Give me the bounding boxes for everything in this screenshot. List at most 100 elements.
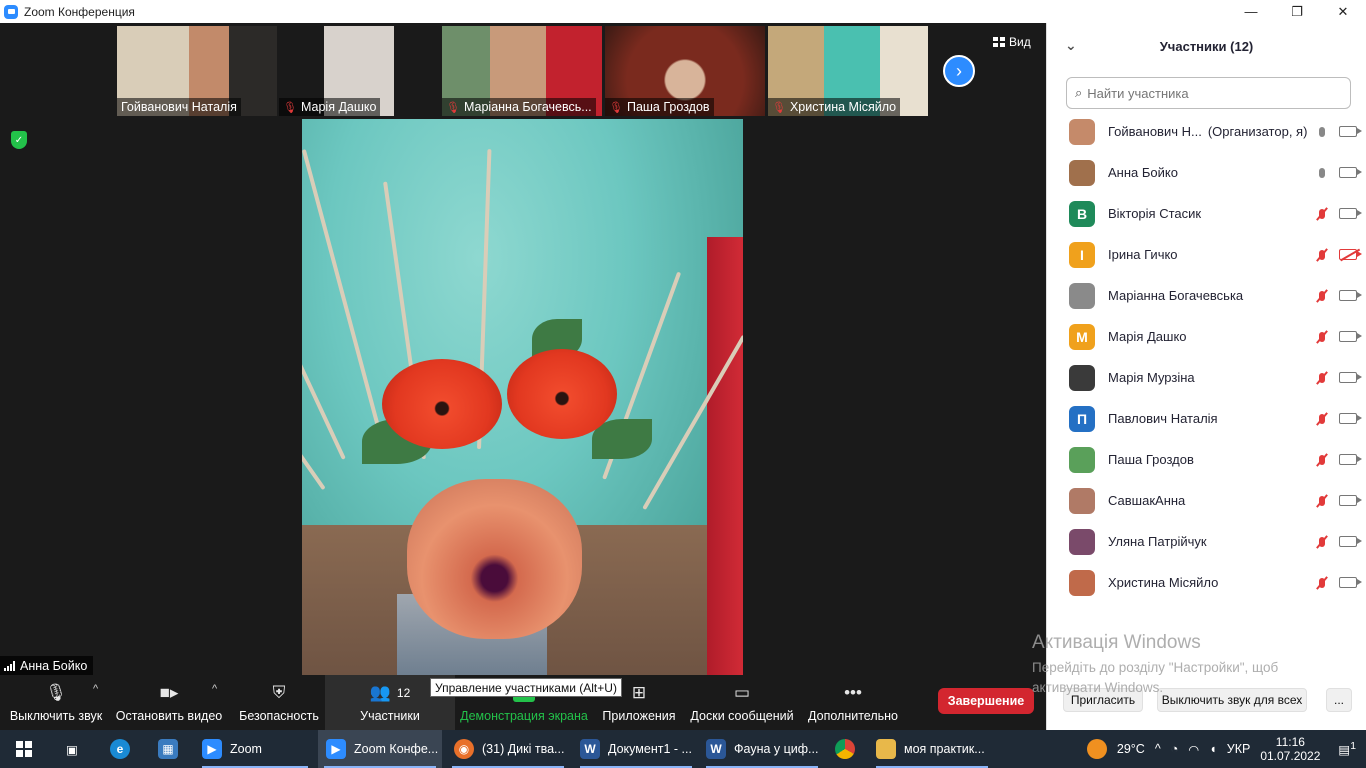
participants-tooltip: Управление участниками (Alt+U) [430,678,622,697]
avatar [1069,569,1095,596]
taskbar-edge[interactable]: e [104,730,136,768]
network-icon[interactable]: ◔ [1171,742,1179,756]
participant-name: Христина Місяйло [1108,575,1219,590]
windows-logo-icon [16,741,32,757]
participant-name: Марія Мурзіна [1108,370,1195,385]
participant-row[interactable]: Анна Бойко [1047,152,1366,193]
avatar: П [1069,405,1095,432]
more-dots-icon: ••• [844,682,862,702]
participant-row[interactable]: Уляна Патрійчук [1047,521,1366,562]
mute-all-button[interactable]: Выключить звук для всех [1157,688,1307,712]
minimize-button[interactable]: — [1228,0,1274,23]
taskbar-firefox[interactable]: ◉ (31) Дикі тва... [446,730,570,768]
muted-mic-icon [1315,329,1329,345]
search-input[interactable] [1087,85,1328,101]
start-button[interactable] [0,730,48,768]
muted-mic-icon: 🎙 [283,101,297,114]
taskbar-word-2[interactable]: W Фауна у циф... [700,730,824,768]
participant-name: Ірина Гичко [1108,247,1178,262]
firefox-icon: ◉ [454,739,474,759]
invite-button[interactable]: Пригласить [1063,688,1143,712]
signal-strength-icon [4,660,15,671]
participant-row[interactable]: Гойванович Н... (Организатор, я) [1047,111,1366,152]
muted-mic-icon [1315,534,1329,550]
participant-name: Уляна Патрійчук [1108,534,1207,549]
video-camera-icon [1339,208,1362,219]
security-button[interactable]: ⛨ Безопасность [234,675,324,730]
participant-row[interactable]: Паша Гроздов [1047,439,1366,480]
apps-label: Приложения [602,708,676,723]
stop-video-button[interactable]: ■▸ Остановить видео [114,675,224,730]
participant-row[interactable]: М Марія Дашко [1047,316,1366,357]
panel-more-button[interactable]: ... [1326,688,1352,712]
video-thumbnail[interactable]: 🎙 Марія Дашко [279,26,439,116]
chrome-icon [835,739,855,759]
view-button[interactable]: Вид [993,35,1031,49]
video-thumbnail[interactable]: Гойванович Наталія [117,26,277,116]
taskbar-calculator[interactable]: ▦ [152,730,184,768]
participant-name: Павлович Наталія [1108,411,1218,426]
taskbar-folder[interactable]: моя практик... [870,730,994,768]
notifications-icon[interactable]: ▤1 [1338,741,1356,757]
collapse-chevron-icon[interactable]: ⌄ [1065,37,1077,54]
muted-mic-icon: 🎙 [446,101,460,114]
participant-row[interactable]: В Вікторія Стасик [1047,193,1366,234]
weather-sun-icon[interactable] [1086,739,1107,759]
stop-video-label: Остановить видео [115,708,223,723]
encryption-shield-icon[interactable]: ✓ [11,131,27,149]
taskbar-chrome[interactable] [828,730,862,768]
video-off-icon [1339,249,1362,260]
video-camera-icon [1339,290,1362,301]
participant-search[interactable]: ⌕ [1066,77,1351,109]
microphone-icon: 🎙 [45,682,67,702]
language-indicator[interactable]: УКР [1227,742,1251,756]
whiteboards-button[interactable]: ▭ Доски сообщений [686,675,798,730]
temperature[interactable]: 29°C [1117,742,1145,756]
participant-row[interactable]: СавшакАнна [1047,480,1366,521]
avatar [1069,118,1095,145]
title-bar: Zoom Конференция — ❐ ✕ [0,0,1366,23]
video-thumbnail[interactable]: 🎙 Христина Місяйло [768,26,928,116]
taskbar-folder-label: моя практик... [904,742,985,756]
mute-options-chevron-icon[interactable]: ^ [93,683,98,695]
muted-mic-icon: 🎙 [772,101,786,114]
taskbar-zoom[interactable]: ▶ Zoom [196,730,314,768]
zoom-icon: ▶ [326,739,346,759]
avatar [1069,487,1095,514]
taskbar-zoom-label: Zoom [230,742,262,756]
thumbnail-name: Маріанна Богачевсь... [463,100,592,114]
microphone-icon [1315,165,1329,181]
task-view-button[interactable]: ▣ [56,730,88,768]
muted-mic-icon [1315,493,1329,509]
participant-row[interactable]: Христина Місяйло [1047,562,1366,603]
participants-icon: 👥 [369,682,391,702]
participant-name: СавшакАнна [1108,493,1186,508]
more-label: Дополнительно [808,708,898,723]
close-button[interactable]: ✕ [1320,0,1366,23]
participant-row[interactable]: І Ірина Гичко [1047,234,1366,275]
zoom-logo-icon [4,4,18,19]
more-button[interactable]: ••• Дополнительно [804,675,902,730]
wifi-icon[interactable]: ◠ [1188,742,1199,757]
next-page-button[interactable]: › [943,55,975,87]
volume-icon[interactable]: ◖ [1209,742,1217,756]
windows-taskbar: ▣ e ▦ ▶ Zoom ▶ Zoom Конфе... ◉ (31) Дикі… [0,730,1366,768]
window-title: Zoom Конференция [24,4,135,19]
participant-row[interactable]: Маріанна Богачевська [1047,275,1366,316]
taskbar-word-1[interactable]: W Документ1 - ... [574,730,698,768]
participant-name: Марія Дашко [1108,329,1187,344]
video-options-chevron-icon[interactable]: ^ [212,683,217,695]
participant-name: Вікторія Стасик [1108,206,1202,221]
participant-name: Анна Бойко [1108,165,1178,180]
participant-row[interactable]: Марія Мурзіна [1047,357,1366,398]
tray-chevron-icon[interactable]: ^ [1155,742,1161,756]
video-thumbnail[interactable]: 🎙 Паша Гроздов [605,26,765,116]
video-camera-icon [1339,126,1362,137]
clock[interactable]: 11:16 01.07.2022 [1260,735,1320,763]
taskbar-zoom-meeting[interactable]: ▶ Zoom Конфе... [318,730,442,768]
participant-row[interactable]: П Павлович Наталія [1047,398,1366,439]
end-meeting-button[interactable]: Завершение [938,688,1034,714]
maximize-button[interactable]: ❐ [1274,0,1320,23]
video-thumbnail[interactable]: 🎙 Маріанна Богачевсь... [442,26,602,116]
whiteboards-label: Доски сообщений [690,708,794,723]
